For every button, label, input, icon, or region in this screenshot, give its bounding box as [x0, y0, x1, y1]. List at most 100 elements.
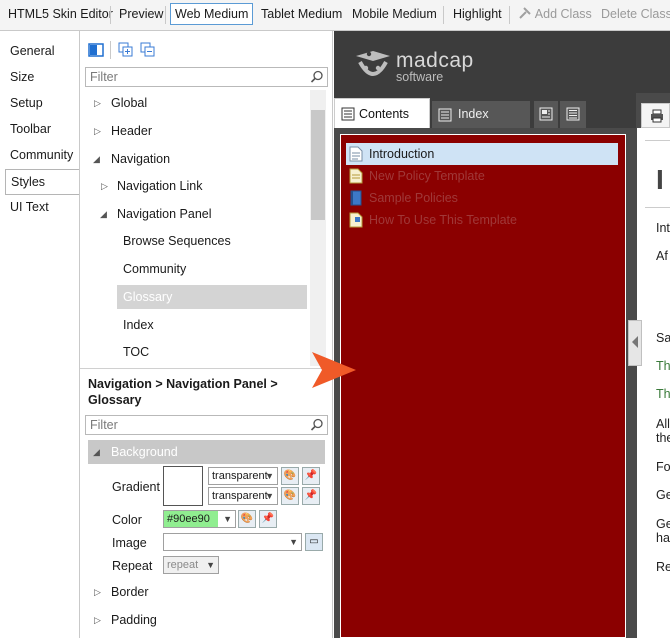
- pin-icon[interactable]: 📌: [259, 510, 277, 528]
- index-tab-label: Index: [458, 107, 489, 121]
- topic-text: Sa: [656, 331, 670, 345]
- web-medium-button[interactable]: Web Medium: [170, 3, 254, 25]
- icon-divider: [110, 41, 111, 59]
- selected-path-line-2: Glossary: [88, 393, 142, 407]
- border-group-label[interactable]: Border: [111, 585, 149, 599]
- repeat-select[interactable]: repeat ▼: [163, 556, 219, 574]
- top-toolbar: HTML5 Skin Editor Preview Web Medium Tab…: [0, 0, 670, 31]
- tab-index[interactable]: Index: [432, 101, 530, 128]
- color-picker-icon[interactable]: 🎨: [281, 487, 299, 505]
- tree-item-navigation-link[interactable]: Navigation Link: [117, 179, 202, 193]
- toolbar-divider: [165, 6, 166, 24]
- chevron-down-icon: ▼: [289, 537, 298, 547]
- gradient-top-select[interactable]: transparent ▼: [208, 467, 278, 485]
- filter-placeholder: Filter: [90, 70, 118, 84]
- tree-item-navigation-panel[interactable]: Navigation Panel: [117, 207, 212, 221]
- color-picker-icon[interactable]: 🎨: [281, 467, 299, 485]
- search-icon: [310, 70, 323, 83]
- logo-sub: software: [396, 70, 444, 84]
- tree-item-index[interactable]: Index: [123, 318, 154, 332]
- tree-item-glossary[interactable]: Glossary: [123, 290, 172, 304]
- chevron-left-icon: [632, 336, 638, 348]
- chevron-down-icon: ▼: [223, 514, 232, 524]
- book-icon: [341, 107, 355, 121]
- template-page-icon: [349, 168, 363, 184]
- expand-arrow-icon[interactable]: ▷: [101, 181, 108, 192]
- expand-arrow-icon[interactable]: ▷: [94, 615, 101, 626]
- expand-arrow-icon[interactable]: ▷: [94, 126, 101, 137]
- tree-item-global[interactable]: Global: [111, 96, 147, 110]
- tab-ui-text[interactable]: UI Text: [10, 197, 49, 217]
- toc-item-new-policy-template[interactable]: New Policy Template: [369, 166, 485, 186]
- layout-toggle-icon[interactable]: [88, 42, 104, 58]
- highlight-button[interactable]: Highlight: [451, 4, 504, 24]
- tab-setup[interactable]: Setup: [10, 93, 43, 113]
- pin-icon[interactable]: 📌: [302, 487, 320, 505]
- tree-item-navigation[interactable]: Navigation: [111, 152, 170, 166]
- tab-community[interactable]: Community: [10, 145, 73, 165]
- tab-styles[interactable]: Styles: [5, 169, 79, 195]
- tab-glossary[interactable]: [534, 101, 558, 128]
- color-picker-icon[interactable]: 🎨: [238, 510, 256, 528]
- tab-general[interactable]: General: [10, 41, 54, 61]
- collapse-all-icon[interactable]: [140, 42, 156, 58]
- left-tab-list: General Size Setup Toolbar Community Sty…: [0, 31, 80, 638]
- chevron-down-icon: ▼: [265, 471, 274, 481]
- topic-text: ha: [656, 531, 670, 545]
- toc-item-sample-policies[interactable]: Sample Policies: [369, 188, 458, 208]
- chevron-down-icon: ▼: [265, 491, 274, 501]
- tab-browse-sequences[interactable]: [560, 101, 586, 128]
- color-select[interactable]: #90ee90 ▼: [163, 510, 236, 528]
- gradient-swatch[interactable]: [163, 466, 203, 506]
- topic-text: Fo: [656, 460, 670, 474]
- glossary-icon: [539, 107, 553, 121]
- image-browse-icon[interactable]: ▭: [305, 533, 323, 551]
- topic-text: Ge: [656, 488, 670, 502]
- pin-icon[interactable]: 📌: [302, 467, 320, 485]
- tree-item-header[interactable]: Header: [111, 124, 152, 138]
- tree-scrollbar-thumb[interactable]: [311, 110, 325, 220]
- gradient-label: Gradient: [112, 480, 160, 494]
- preview-button[interactable]: Preview: [117, 4, 165, 24]
- add-class-button[interactable]: Add Class: [516, 4, 594, 24]
- madcap-logo-icon: [356, 51, 390, 76]
- filter-placeholder: Filter: [90, 418, 118, 432]
- tab-size[interactable]: Size: [10, 67, 34, 87]
- style-filter-input[interactable]: Filter: [85, 67, 328, 87]
- topic-text: Af: [656, 249, 668, 263]
- toc-item-how-to-use-template[interactable]: How To Use This Template: [369, 210, 517, 230]
- expand-arrow-icon[interactable]: ▷: [94, 98, 101, 109]
- tree-item-toc[interactable]: TOC: [123, 345, 149, 359]
- collapse-arrow-icon[interactable]: ◢: [93, 154, 100, 165]
- mobile-medium-button[interactable]: Mobile Medium: [350, 4, 439, 24]
- gradient-top-value: transparent: [212, 470, 268, 482]
- tab-contents[interactable]: Contents: [334, 98, 430, 128]
- collapse-arrow-icon[interactable]: ◢: [93, 447, 100, 458]
- image-select[interactable]: ▼: [163, 533, 302, 551]
- pointer-arrow-icon: [312, 352, 356, 388]
- repeat-value: repeat: [167, 559, 199, 571]
- toolbar-divider: [509, 6, 510, 24]
- delete-class-button[interactable]: Delete Class: [599, 4, 670, 24]
- selected-path-line-1: Navigation > Navigation Panel >: [88, 377, 278, 391]
- gradient-bottom-select[interactable]: transparent ▼: [208, 487, 278, 505]
- tree-item-community[interactable]: Community: [123, 262, 186, 276]
- tree-item-browse-sequences[interactable]: Browse Sequences: [123, 234, 231, 248]
- chevron-down-icon: ▼: [206, 560, 215, 570]
- collapse-arrow-icon[interactable]: ◢: [100, 209, 107, 220]
- topic-text: Th: [656, 359, 670, 373]
- background-group-label: Background: [111, 445, 178, 459]
- toc-item-introduction[interactable]: Introduction: [369, 144, 434, 164]
- tab-toolbar[interactable]: Toolbar: [10, 119, 51, 139]
- expand-arrow-icon[interactable]: ▷: [94, 587, 101, 598]
- property-filter-input[interactable]: Filter: [85, 415, 328, 435]
- sequence-icon: [566, 107, 580, 121]
- color-label: Color: [112, 513, 142, 527]
- pane-splitter-handle[interactable]: [628, 320, 642, 366]
- editor-title: HTML5 Skin Editor: [8, 7, 113, 21]
- expand-all-icon[interactable]: [118, 42, 134, 58]
- print-button[interactable]: [641, 103, 670, 128]
- tablet-medium-button[interactable]: Tablet Medium: [259, 4, 344, 24]
- repeat-label: Repeat: [112, 559, 153, 573]
- padding-group-label[interactable]: Padding: [111, 613, 157, 627]
